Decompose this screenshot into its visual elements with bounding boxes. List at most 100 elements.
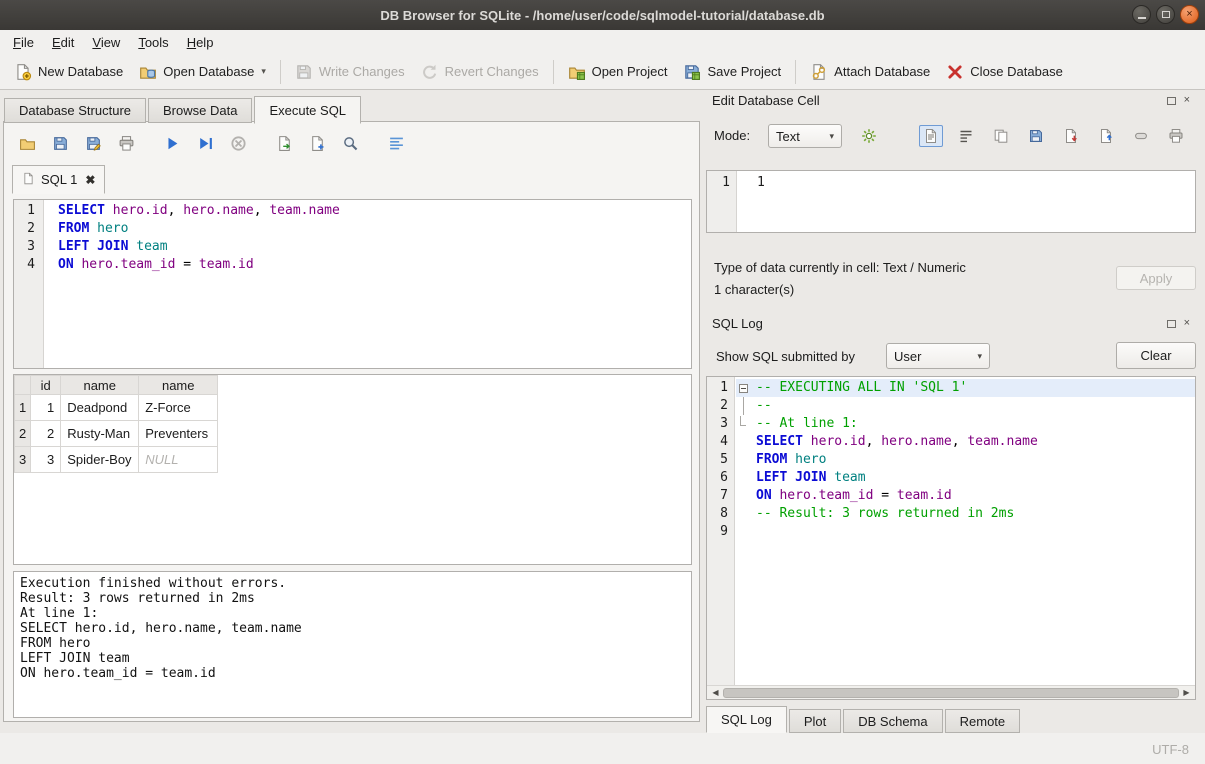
word-wrap-icon[interactable] (954, 125, 978, 147)
log-line (736, 523, 1195, 541)
close-tab-icon[interactable]: ✖ (85, 173, 95, 187)
sql-token: = (873, 488, 896, 503)
line-number: 2 (707, 397, 728, 415)
cell-content[interactable]: 1 (737, 171, 1195, 232)
cell[interactable]: Preventers (139, 421, 218, 447)
cell[interactable]: Rusty-Man (61, 421, 139, 447)
write-changes-button[interactable]: Write Changes (287, 58, 413, 86)
set-null-icon[interactable] (1129, 125, 1153, 147)
horizontal-scrollbar[interactable]: ◀ ▶ (707, 685, 1195, 699)
sql-token: SELECT (756, 434, 803, 449)
menu-help[interactable]: Help (178, 32, 223, 53)
cell[interactable]: Spider-Boy (61, 447, 139, 473)
execute-all-icon[interactable] (159, 130, 185, 156)
tab-plot[interactable]: Plot (789, 709, 841, 733)
stop-execution-icon[interactable] (225, 130, 251, 156)
sql-token: -- EXECUTING ALL IN 'SQL 1' (756, 380, 967, 395)
open-sql-file-icon[interactable] (14, 130, 40, 156)
find-replace-icon[interactable] (337, 130, 363, 156)
log-line-text: -- EXECUTING ALL IN 'SQL 1' (750, 379, 967, 397)
import-cell-data-icon[interactable] (1059, 125, 1083, 147)
toolbar-separator (280, 60, 281, 84)
export-results-icon[interactable] (271, 130, 297, 156)
toolbar-button-label: Open Database (163, 64, 254, 79)
workspace: Database StructureBrowse DataExecute SQL… (0, 90, 1205, 733)
toolbar-separator (795, 60, 796, 84)
open-in-external-app-icon[interactable] (856, 124, 882, 148)
new-database-button[interactable]: New Database (6, 58, 131, 86)
cell[interactable]: 3 (31, 447, 61, 473)
column-header-id[interactable]: id (31, 376, 61, 395)
open-project-button[interactable]: Open Project (560, 58, 676, 86)
cell[interactable]: NULL (139, 447, 218, 473)
minimize-button[interactable] (1132, 5, 1151, 24)
log-filter-select[interactable]: User ▾ (886, 343, 990, 369)
apply-button[interactable]: Apply (1116, 266, 1196, 290)
sql-editor[interactable]: 1234 SELECT hero.id, hero.name, team.nam… (13, 199, 692, 369)
code-line: LEFT JOIN team (58, 238, 691, 256)
maximize-button[interactable] (1156, 5, 1175, 24)
tab-browse-data[interactable]: Browse Data (148, 98, 252, 123)
execute-current-line-icon[interactable] (192, 130, 218, 156)
close-database-button[interactable]: Close Database (938, 58, 1071, 86)
float-panel-icon[interactable] (1167, 97, 1176, 105)
fold-column (736, 523, 750, 541)
float-panel-icon[interactable] (1167, 320, 1176, 328)
close-panel-icon[interactable]: × (1184, 319, 1190, 328)
column-header-name[interactable]: name (139, 376, 218, 395)
attach-database-button[interactable]: Attach Database (802, 58, 938, 86)
log-filter-label: Show SQL submitted by (716, 349, 855, 364)
tab-database-structure[interactable]: Database Structure (4, 98, 146, 123)
fold-marker-icon[interactable] (736, 379, 750, 397)
write-changes-icon (295, 63, 313, 81)
scroll-left-icon[interactable]: ◀ (708, 688, 723, 697)
tab-sql-log[interactable]: SQL Log (706, 706, 787, 733)
line-number: 1 (14, 202, 35, 220)
titlebar[interactable]: DB Browser for SQLite - /home/user/code/… (0, 0, 1205, 30)
menu-tools[interactable]: Tools (129, 32, 177, 53)
tab-db-schema[interactable]: DB Schema (843, 709, 942, 733)
statusbar: UTF-8 (0, 733, 1205, 764)
cell-editor[interactable]: 1 1 (706, 170, 1196, 233)
bottom-tab-bar: SQL LogPlotDB SchemaRemote (706, 706, 1022, 733)
tab-remote[interactable]: Remote (945, 709, 1021, 733)
column-header-name[interactable]: name (61, 376, 139, 395)
clear-button[interactable]: Clear (1116, 342, 1196, 369)
save-sql-file-as-icon[interactable] (80, 130, 106, 156)
format-sql-icon[interactable] (383, 130, 409, 156)
cell[interactable]: 2 (31, 421, 61, 447)
menu-view[interactable]: View (83, 32, 129, 53)
revert-changes-button[interactable]: Revert Changes (413, 58, 547, 86)
menu-file[interactable]: File (4, 32, 43, 53)
close-button[interactable]: × (1180, 5, 1199, 24)
save-project-button[interactable]: Save Project (675, 58, 789, 86)
sql-token: = (175, 257, 198, 272)
mode-select[interactable]: Text ▾ (768, 124, 842, 148)
copy-cell-icon[interactable] (989, 125, 1013, 147)
tab-sql-1[interactable]: SQL 1 ✖ (12, 165, 105, 194)
cell[interactable]: 1 (31, 395, 61, 421)
sql-token: , (254, 203, 270, 218)
tab-execute-sql[interactable]: Execute SQL (254, 96, 361, 124)
dropdown-arrow-icon[interactable]: ▾ (261, 66, 266, 77)
menu-edit[interactable]: Edit (43, 32, 83, 53)
cell[interactable]: Deadpond (61, 395, 139, 421)
export-cell-data-icon[interactable] (1094, 125, 1118, 147)
line-number: 1 (707, 379, 728, 397)
log-line-text: -- (750, 397, 772, 415)
close-panel-icon[interactable]: × (1184, 96, 1190, 105)
save-sql-file-icon[interactable] (47, 130, 73, 156)
scroll-right-icon[interactable]: ▶ (1179, 688, 1194, 697)
open-database-button[interactable]: Open Database ▾ (131, 58, 274, 86)
sql-log-viewer[interactable]: 123456789 -- EXECUTING ALL IN 'SQL 1'---… (706, 376, 1196, 700)
editor-code-area[interactable]: SELECT hero.id, hero.name, team.nameFROM… (44, 200, 691, 368)
cell[interactable]: Z-Force (139, 395, 218, 421)
text-view-icon[interactable] (919, 125, 943, 147)
open-query-tab-icon[interactable] (304, 130, 330, 156)
scrollbar-thumb[interactable] (723, 688, 1179, 698)
print-cell-icon[interactable] (1164, 125, 1188, 147)
save-cell-icon[interactable] (1024, 125, 1048, 147)
grid-corner (15, 376, 31, 395)
print-sql-icon[interactable] (113, 130, 139, 156)
sql-token: , (168, 203, 184, 218)
